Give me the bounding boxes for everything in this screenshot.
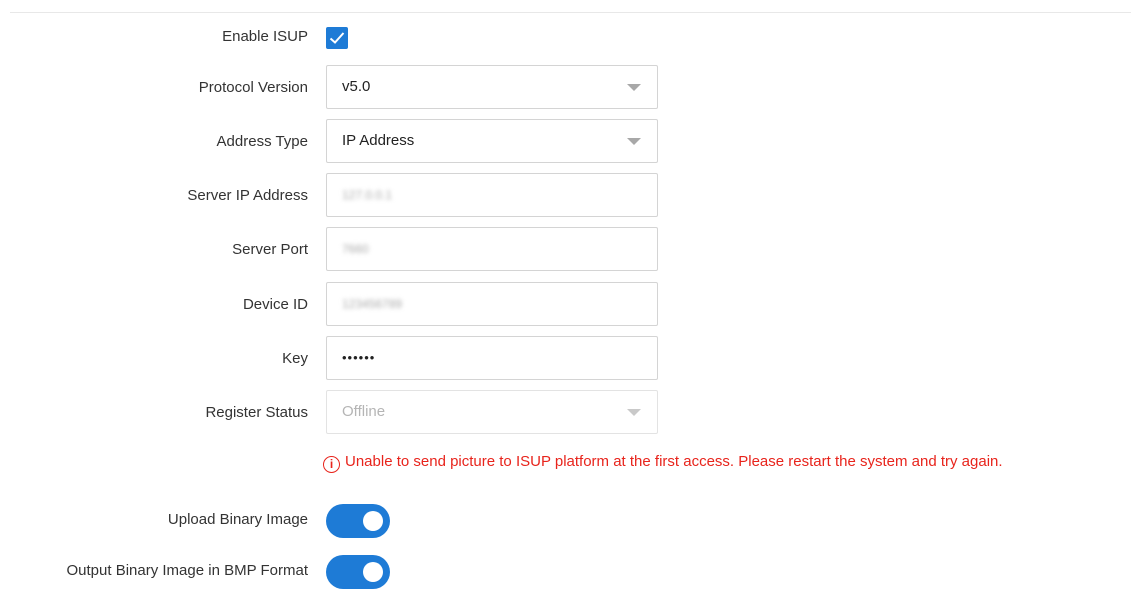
server-port-input[interactable]: 7660 — [326, 227, 658, 271]
device-id-value: 123456789 — [342, 297, 403, 311]
toggle-knob — [363, 511, 383, 531]
info-circle-icon: i — [323, 456, 340, 473]
toggle-knob — [363, 562, 383, 582]
divider — [10, 12, 1131, 13]
error-notice-text: Unable to send picture to ISUP platform … — [345, 453, 1003, 470]
enable-isup-checkbox[interactable] — [326, 27, 348, 49]
device-id-input[interactable]: 123456789 — [326, 282, 658, 326]
address-type-value: IP Address — [342, 132, 415, 149]
key-password-input[interactable]: •••••• — [326, 336, 658, 380]
protocol-version-select[interactable]: v5.0 — [326, 65, 658, 109]
address-type-label: Address Type — [216, 133, 308, 150]
error-notice: i Unable to send picture to ISUP platform… — [323, 453, 1003, 473]
register-status-select: Offline — [326, 390, 658, 434]
server-ip-input[interactable]: 127.0.0.1 — [326, 173, 658, 217]
enable-isup-label: Enable ISUP — [222, 28, 308, 45]
server-port-label: Server Port — [232, 241, 308, 258]
caret-down-icon — [627, 84, 641, 91]
server-port-value: 7660 — [342, 242, 369, 256]
output-bmp-label: Output Binary Image in BMP Format — [66, 562, 309, 579]
checkmark-icon — [329, 32, 345, 44]
address-type-select[interactable]: IP Address — [326, 119, 658, 163]
caret-down-icon — [627, 138, 641, 145]
key-value: •••••• — [342, 350, 376, 365]
output-bmp-toggle[interactable] — [326, 555, 390, 589]
caret-down-icon — [627, 409, 641, 416]
protocol-version-label: Protocol Version — [198, 79, 308, 96]
isup-settings-page: Enable ISUP Protocol Version v5.0 Addres… — [0, 0, 1131, 590]
server-ip-value: 127.0.0.1 — [342, 188, 393, 202]
upload-binary-image-label: Upload Binary Image — [167, 511, 308, 528]
upload-binary-image-toggle[interactable] — [326, 504, 390, 538]
device-id-label: Device ID — [242, 296, 308, 313]
key-label: Key — [282, 350, 308, 367]
register-status-label: Register Status — [205, 404, 308, 421]
protocol-version-value: v5.0 — [342, 78, 371, 95]
register-status-value: Offline — [342, 403, 386, 420]
server-ip-label: Server IP Address — [187, 187, 308, 204]
